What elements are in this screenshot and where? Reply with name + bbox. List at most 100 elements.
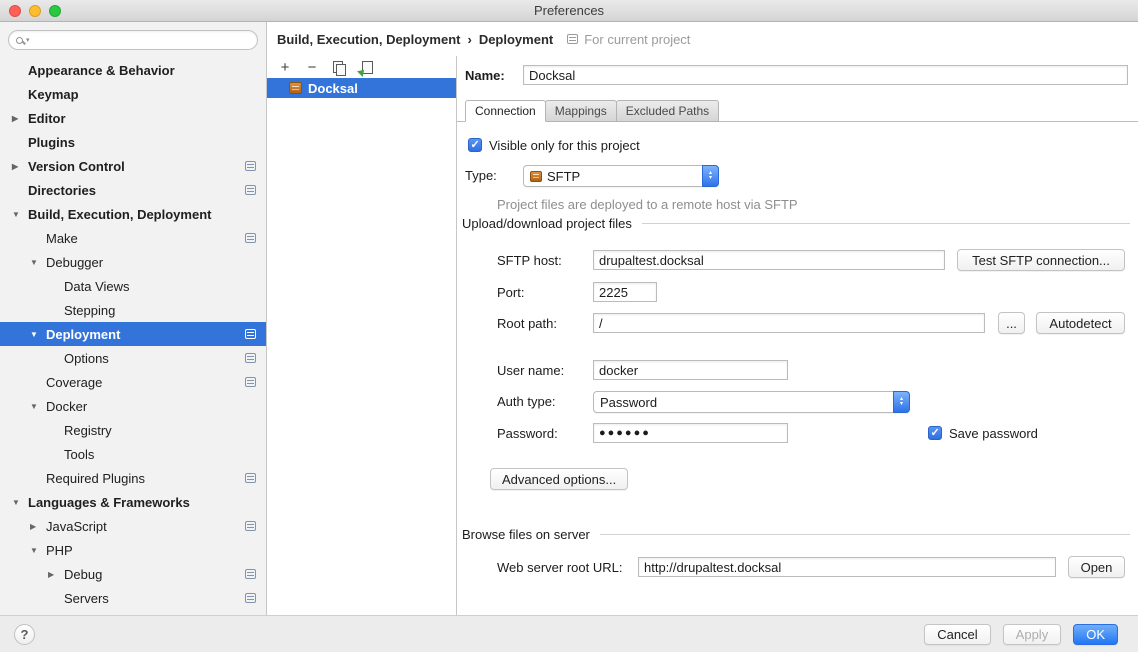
settings-sidebar: ▾ Appearance & BehaviorKeymap▶EditorPlug… [0,22,267,615]
sidebar-item-servers[interactable]: Servers [0,586,266,610]
per-project-settings-icon [245,329,256,339]
window-controls [9,5,61,17]
sidebar-item-registry[interactable]: Registry [0,418,266,442]
chevron-down-icon[interactable]: ▼ [30,546,46,555]
save-password-checkbox[interactable] [928,426,942,440]
chevron-down-icon[interactable]: ▼ [12,210,28,219]
tab-connection[interactable]: Connection [465,100,546,122]
sidebar-item-debug[interactable]: ▶Debug [0,562,266,586]
breadcrumb-item-build-execution-deployment[interactable]: Build, Execution, Deployment [277,32,460,47]
sidebar-item-required-plugins[interactable]: Required Plugins [0,466,266,490]
sidebar-item-label: Languages & Frameworks [28,495,190,510]
browse-root-path-button[interactable]: ... [998,312,1025,334]
sidebar-item-tools[interactable]: Tools [0,442,266,466]
type-select[interactable]: SFTP ▴▾ [523,165,719,187]
tab-excluded-paths[interactable]: Excluded Paths [616,100,719,122]
auth-type-select[interactable]: Password ▴▾ [593,391,910,413]
sidebar-item-label: Version Control [28,159,125,174]
dialog-footer: ? Cancel Apply OK [0,615,1138,652]
chevron-down-icon[interactable]: ▼ [12,498,28,507]
server-list: Docksal [267,78,456,615]
user-name-input[interactable] [593,360,788,380]
chevron-down-icon[interactable]: ▼ [30,258,46,267]
breadcrumb-separator: › [467,32,471,47]
sidebar-item-coverage[interactable]: Coverage [0,370,266,394]
sidebar-item-label: Tools [64,447,94,462]
copy-icon [332,61,346,74]
settings-search-input[interactable] [33,33,250,47]
chevron-right-icon[interactable]: ▶ [12,162,28,171]
sidebar-item-label: Editor [28,111,66,126]
remove-server-button[interactable]: − [302,57,322,77]
sidebar-item-editor[interactable]: ▶Editor [0,106,266,130]
sidebar-item-label: Plugins [28,135,75,150]
upload-section-title: Upload/download project files [462,216,632,231]
open-button[interactable]: Open [1068,556,1125,578]
visible-only-checkbox[interactable] [468,138,482,152]
breadcrumb: Build, Execution, Deployment › Deploymen… [267,22,1138,56]
save-password-checkbox-row: Save password [928,425,1038,441]
preferences-window: Preferences ▾ Appearance & BehaviorKeyma… [0,0,1138,652]
per-project-settings-icon [245,353,256,363]
zoom-window-button[interactable] [49,5,61,17]
sidebar-item-make[interactable]: Make [0,226,266,250]
sidebar-item-label: Registry [64,423,112,438]
help-button[interactable]: ? [14,624,35,645]
test-sftp-connection-button[interactable]: Test SFTP connection... [957,249,1125,271]
sidebar-item-languages-frameworks[interactable]: ▼Languages & Frameworks [0,490,266,514]
auth-type-label: Auth type: [497,394,556,410]
sidebar-item-label: Appearance & Behavior [28,63,175,78]
chevron-right-icon[interactable]: ▶ [48,570,64,579]
sidebar-item-javascript[interactable]: ▶JavaScript [0,514,266,538]
sidebar-item-deployment[interactable]: ▼Deployment [0,322,266,346]
sidebar-item-version-control[interactable]: ▶Version Control [0,154,266,178]
scope-indicator: For current project [567,32,690,47]
per-project-settings-icon [245,473,256,483]
sidebar-item-options[interactable]: Options [0,346,266,370]
web-root-label: Web server root URL: [497,560,622,576]
per-project-settings-icon [245,521,256,531]
sidebar-item-data-views[interactable]: Data Views [0,274,266,298]
chevron-right-icon[interactable]: ▶ [30,522,46,531]
web-root-input[interactable] [638,557,1056,577]
sftp-server-icon [289,82,302,94]
sidebar-item-appearance-behavior[interactable]: Appearance & Behavior [0,58,266,82]
per-project-settings-icon [245,377,256,387]
chevron-down-icon[interactable]: ▼ [30,330,46,339]
per-project-settings-icon [245,569,256,579]
tab-mappings[interactable]: Mappings [545,100,617,122]
port-input[interactable] [593,282,657,302]
sidebar-item-php[interactable]: ▼PHP [0,538,266,562]
sidebar-item-directories[interactable]: Directories [0,178,266,202]
breadcrumb-item-deployment[interactable]: Deployment [479,32,553,47]
sftp-host-input[interactable] [593,250,945,270]
add-server-button[interactable]: + [275,57,295,77]
cancel-button[interactable]: Cancel [924,624,990,645]
close-window-button[interactable] [9,5,21,17]
settings-search-box[interactable]: ▾ [8,30,258,50]
autodetect-button[interactable]: Autodetect [1036,312,1125,334]
minimize-window-button[interactable] [29,5,41,17]
sidebar-item-debugger[interactable]: ▼Debugger [0,250,266,274]
chevron-down-icon[interactable]: ▼ [30,402,46,411]
apply-button[interactable]: Apply [1003,624,1062,645]
sidebar-item-label: Servers [64,591,109,606]
advanced-options-button[interactable]: Advanced options... [490,468,628,490]
search-history-caret-icon[interactable]: ▾ [26,36,30,44]
sidebar-item-docker[interactable]: ▼Docker [0,394,266,418]
name-input[interactable] [523,65,1128,85]
chevron-right-icon[interactable]: ▶ [12,114,28,123]
sidebar-item-build-execution-deployment[interactable]: ▼Build, Execution, Deployment [0,202,266,226]
sftp-icon [530,171,542,182]
import-server-button[interactable] [356,57,376,77]
sidebar-item-label: JavaScript [46,519,107,534]
server-list-item-docksal[interactable]: Docksal [267,78,456,98]
sidebar-item-stepping[interactable]: Stepping [0,298,266,322]
ok-button[interactable]: OK [1073,624,1118,645]
sidebar-item-plugins[interactable]: Plugins [0,130,266,154]
copy-server-button[interactable] [329,57,349,77]
scope-label: For current project [584,32,690,47]
sidebar-item-keymap[interactable]: Keymap [0,82,266,106]
root-path-input[interactable] [593,313,985,333]
password-input[interactable] [593,423,788,443]
